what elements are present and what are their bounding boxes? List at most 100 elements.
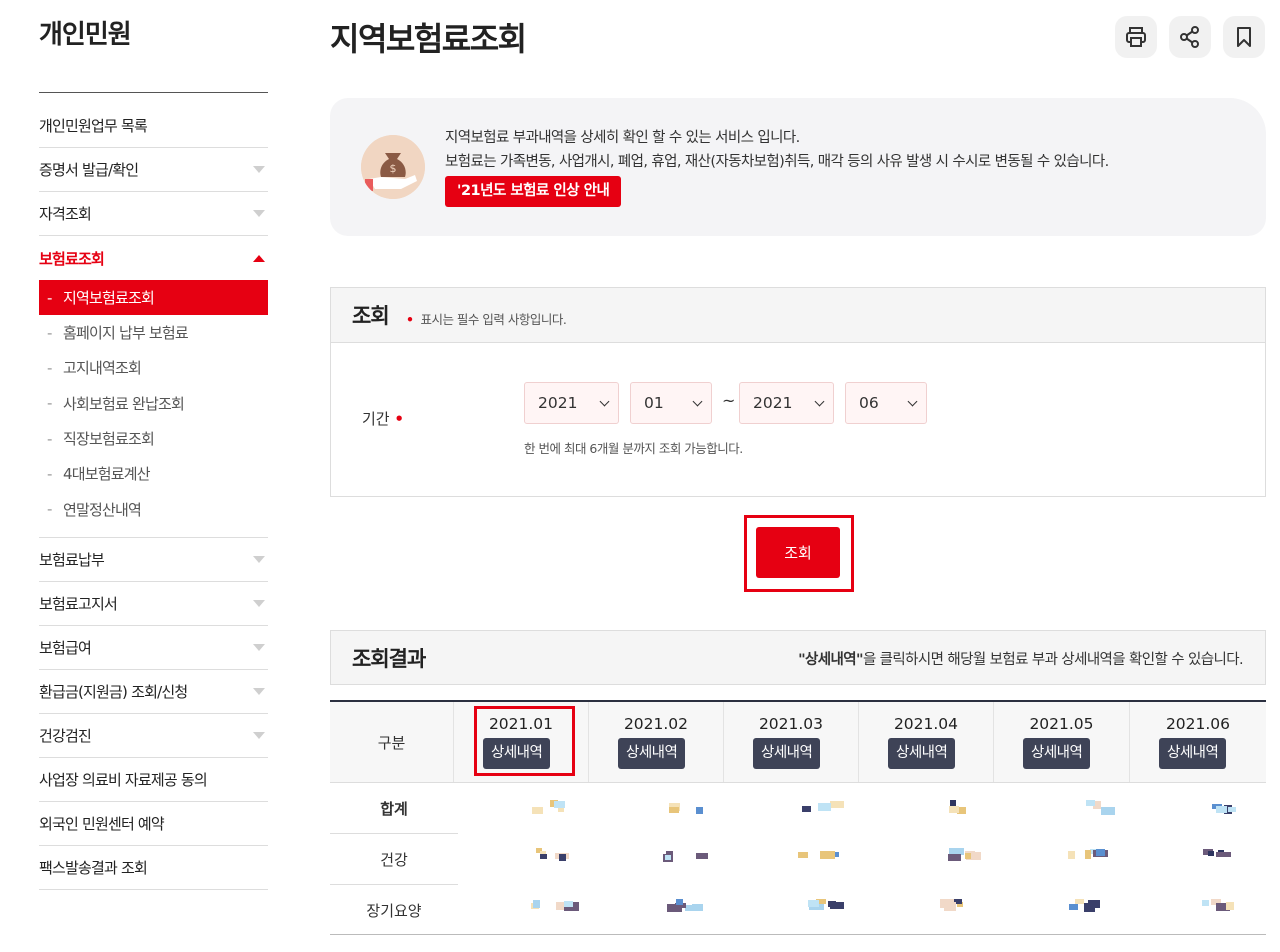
chevron-down-icon	[253, 643, 265, 651]
premium-increase-notice-button[interactable]: '21년도 보험료 인상 안내	[445, 176, 622, 207]
share-button[interactable]	[1169, 16, 1211, 58]
table-row: 건강	[330, 834, 1266, 885]
detail-button[interactable]: 상세내역	[618, 738, 686, 769]
submenu-item-full-payment[interactable]: - 사회보험료 완납조회	[39, 386, 268, 421]
sidebar-item-label: 자격조회	[39, 205, 92, 223]
obscured-amount-pixel	[559, 854, 566, 861]
detail-button[interactable]: 상세내역	[888, 738, 956, 769]
start-month-value: 01	[644, 394, 664, 412]
money-bag-icon: $	[361, 135, 425, 199]
result-note-bold: "상세내역"	[798, 652, 863, 668]
submenu-item-label: 4대보험료계산	[63, 465, 151, 484]
column-header-label: 구분	[377, 734, 406, 752]
row-label: 장기요양	[366, 902, 422, 920]
submenu-item-regional-premium[interactable]: - 지역보험료조회	[39, 280, 268, 315]
start-year-select[interactable]: 2021	[524, 382, 619, 424]
obscured-amount-pixel	[1101, 807, 1115, 815]
required-note: • 표시는 필수 입력 사항입니다.	[406, 309, 567, 328]
obscured-amount-pixel	[1096, 849, 1105, 856]
chevron-down-icon	[253, 166, 265, 173]
sidebar-item-civil-list[interactable]: 개인민원업무 목록	[39, 104, 268, 148]
obscured-amount-pixel	[696, 807, 703, 814]
period-helper-text: 한 번에 최대 6개월 분까지 조회 가능합니다.	[524, 441, 743, 456]
month-label: 2021.03	[758, 715, 824, 733]
obscured-amount-pixel	[820, 851, 835, 859]
detail-button[interactable]: 상세내역	[1023, 738, 1091, 769]
obscured-amount-pixel	[1226, 902, 1234, 910]
sidebar-item-label: 보험료납부	[39, 550, 105, 569]
column-header-month: 2021.03 상세내역	[724, 702, 859, 782]
obscured-amount-pixel	[696, 853, 708, 859]
bookmark-icon	[1237, 27, 1251, 47]
sidebar-item-premium-notice[interactable]: 보험료고지서	[39, 582, 268, 626]
sidebar-item-benefits[interactable]: 보험급여	[39, 626, 268, 670]
end-year-select[interactable]: 2021	[739, 382, 834, 424]
column-header-category: 구분	[330, 702, 454, 782]
sidebar-divider	[39, 92, 268, 93]
submenu-item-label: 직장보험료조회	[63, 430, 155, 449]
start-month-select[interactable]: 01	[630, 382, 712, 424]
chevron-down-icon	[814, 396, 825, 406]
share-icon	[1180, 26, 1199, 48]
obscured-amount-pixel	[802, 806, 811, 812]
sidebar-item-refund[interactable]: 환급금(지원금) 조회/신청	[39, 670, 268, 714]
obscured-amount-pixel	[1086, 800, 1095, 806]
info-line-2: 보험료는 가족변동, 사업개시, 폐업, 휴업, 재산(자동차보험)취득, 매각…	[445, 154, 1109, 170]
table-header: 구분 2021.01 상세내역 2021.02 상세내역 2021.03 상세내…	[330, 702, 1266, 783]
obscured-amount-pixel	[540, 854, 547, 859]
obscured-amount-pixel	[1085, 850, 1091, 859]
sidebar-item-premium-payment[interactable]: 보험료납부	[39, 538, 268, 582]
result-heading: 조회결과	[352, 647, 426, 671]
obscured-amount-pixel	[940, 899, 954, 908]
start-year-value: 2021	[538, 394, 578, 412]
obscured-amount-pixel	[532, 807, 543, 814]
sidebar-item-foreigner-center[interactable]: 외국인 민원센터 예약	[39, 802, 268, 846]
submenu-item-workplace-premium[interactable]: - 직장보험료조회	[39, 421, 268, 456]
chevron-down-icon	[692, 396, 703, 406]
obscured-amount-pixel	[1068, 851, 1075, 859]
dash: -	[47, 429, 52, 448]
sidebar-item-qualification[interactable]: 자격조회	[39, 192, 268, 236]
chevron-down-icon	[253, 687, 265, 695]
range-separator: ~	[722, 391, 736, 410]
print-button[interactable]	[1115, 16, 1157, 58]
obscured-amount-pixel	[1216, 852, 1231, 857]
obscured-amount-pixel	[1202, 900, 1209, 906]
submenu-item-billing-history[interactable]: - 고지내역조회	[39, 350, 268, 385]
end-month-select[interactable]: 06	[845, 382, 927, 424]
chevron-up-icon	[253, 254, 265, 262]
sidebar-item-fax-result[interactable]: 팩스발송결과 조회	[39, 846, 268, 890]
sidebar-item-health-checkup[interactable]: 건강검진	[39, 714, 268, 758]
dash: -	[47, 500, 52, 519]
submenu: - 지역보험료조회 - 홈페이지 납부 보험료 - 고지내역조회 - 사회보험료 완납조…	[39, 280, 268, 538]
info-description: 지역보험료 부과내역을 상세히 확인 할 수 있는 서비스 입니다. 보험료는 …	[445, 126, 1109, 174]
period-label-text: 기간	[362, 410, 390, 428]
search-button[interactable]: 조회	[756, 527, 840, 578]
obscured-amount-pixel	[1208, 851, 1214, 856]
obscured-amount-pixel	[808, 900, 819, 907]
column-header-month: 2021.02 상세내역	[589, 702, 724, 782]
required-note-text: 표시는 필수 입력 사항입니다.	[420, 312, 567, 327]
sidebar-item-medical-consent[interactable]: 사업장 의료비 자료제공 동의	[39, 758, 268, 802]
sidebar-item-label: 보험료고지서	[39, 594, 118, 613]
sidebar-item-label: 사업장 의료비 자료제공 동의	[39, 770, 208, 789]
obscured-amount-pixel	[965, 853, 971, 859]
table-row: 합계	[330, 783, 1266, 834]
dash: -	[47, 358, 52, 377]
submenu-item-homepage-paid[interactable]: - 홈페이지 납부 보험료	[39, 315, 268, 350]
sidebar-item-label: 환급금(지원금) 조회/신청	[39, 682, 188, 701]
sidebar-item-premium-inquiry[interactable]: 보험료조회	[39, 236, 268, 280]
period-label: 기간 •	[362, 408, 404, 429]
bookmark-button[interactable]	[1223, 16, 1265, 58]
end-year-value: 2021	[753, 394, 793, 412]
submenu-item-year-end[interactable]: - 연말정산내역	[39, 491, 268, 526]
obscured-amount-pixel	[830, 801, 844, 808]
detail-button[interactable]: 상세내역	[753, 738, 821, 769]
result-note: "상세내역"을 클릭하시면 해당월 보험료 부과 상세내역을 확인할 수 있습니…	[798, 648, 1244, 669]
submenu-item-4-insurance-calc[interactable]: -4대보험료계산	[39, 456, 268, 491]
table-row: 장기요양	[330, 885, 1266, 936]
detail-button[interactable]: 상세내역	[1159, 738, 1227, 769]
obscured-amount-pixel	[665, 855, 671, 860]
sidebar-item-certificate[interactable]: 증명서 발급/확인	[39, 148, 268, 192]
result-table: 구분 2021.01 상세내역 2021.02 상세내역 2021.03 상세내…	[330, 700, 1266, 936]
